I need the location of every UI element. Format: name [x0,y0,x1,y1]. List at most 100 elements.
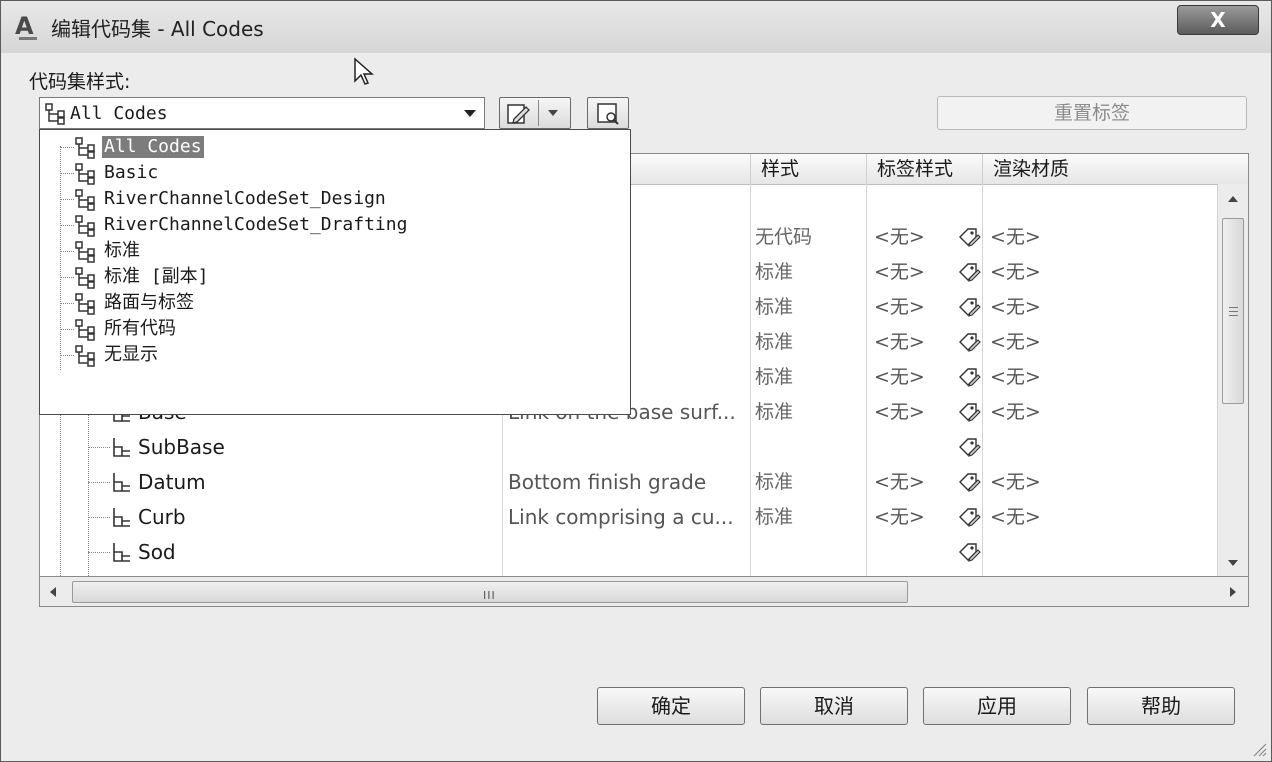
column-header-render-material[interactable]: 渲染材质 [982,154,1216,184]
vertical-scroll-thumb[interactable] [1222,218,1244,404]
tag-edit-icon[interactable] [956,325,986,365]
reset-tags-button[interactable]: 重置标签 [937,96,1247,130]
code-render-material[interactable]: <无> [990,325,1090,360]
scroll-up-icon[interactable] [1228,196,1238,202]
apply-button[interactable]: 应用 [923,687,1071,725]
code-style[interactable]: 无代码 [755,220,865,255]
code-name[interactable]: SubBase [138,430,498,465]
table-row[interactable]: SubBase [40,430,1216,465]
table-row[interactable]: Sod [40,535,1216,570]
scroll-left-icon[interactable] [50,587,56,597]
code-style[interactable]: 标准 [755,255,865,290]
code-tag-style[interactable]: <无> [874,360,954,395]
table-row[interactable]: Datum Bottom finish grade 标准 <无> <无> [40,465,1216,500]
cancel-button[interactable]: 取消 [760,687,908,725]
link-icon [110,435,134,463]
code-render-material[interactable]: <无> [990,395,1090,430]
tree-branch [88,447,110,449]
code-tag-style[interactable]: <无> [874,220,954,255]
chevron-down-icon[interactable] [548,110,558,116]
dropdown-option[interactable]: 标准 [副本] [40,264,630,290]
codeset-style-select[interactable]: All Codes [39,97,485,129]
dropdown-option[interactable]: 标准 [40,238,630,264]
code-render-material[interactable]: <无> [990,500,1090,535]
close-button[interactable]: X [1177,5,1259,35]
code-style[interactable]: 标准 [755,395,865,430]
code-style[interactable] [755,430,865,465]
code-tag-style[interactable] [874,430,954,465]
code-description[interactable]: Link comprising a cu... [508,500,748,535]
title-bar[interactable]: A 编辑代码集 - All Codes X [1,1,1271,53]
dropdown-option[interactable]: 所有代码 [40,316,630,342]
code-tag-style[interactable]: <无> [874,395,954,430]
tag-edit-icon[interactable] [956,360,986,400]
tag-edit-icon[interactable] [956,255,986,295]
tag-edit-icon[interactable] [956,395,986,435]
code-description[interactable] [508,430,748,465]
code-style[interactable]: 标准 [755,325,865,360]
tree-branch [60,329,74,330]
code-render-material[interactable]: <无> [990,290,1090,325]
column-header-style[interactable]: 样式 [750,154,866,184]
code-render-material[interactable]: <无> [990,360,1090,395]
code-style[interactable]: 标准 [755,360,865,395]
tree-structure-icon [74,345,96,371]
preview-icon [597,103,619,125]
vertical-scrollbar[interactable] [1217,184,1248,576]
dropdown-option[interactable]: Basic [40,160,630,186]
dropdown-option[interactable]: All Codes [40,134,630,160]
preview-button[interactable] [587,97,629,129]
tree-branch [88,482,110,484]
dropdown-option[interactable]: RiverChannelCodeSet_Design [40,186,630,212]
code-tag-style[interactable]: <无> [874,290,954,325]
ok-button[interactable]: 确定 [597,687,745,725]
tag-edit-icon[interactable] [956,290,986,330]
code-render-material[interactable]: <无> [990,220,1090,255]
table-row[interactable]: Curb Link comprising a cu... 标准 <无> <无> [40,500,1216,535]
code-tag-style[interactable]: <无> [874,255,954,290]
resize-grip-icon[interactable] [1249,739,1267,757]
column-header-tag-style[interactable]: 标签样式 [866,154,982,184]
tag-edit-icon[interactable] [956,430,986,470]
tag-edit-icon[interactable] [956,220,986,260]
code-style[interactable]: 标准 [755,290,865,325]
code-tag-style[interactable]: <无> [874,325,954,360]
code-render-material[interactable]: <无> [990,255,1090,290]
code-style[interactable]: 标准 [755,500,865,535]
dropdown-option[interactable]: 无显示 [40,342,630,368]
chevron-down-icon[interactable] [464,110,476,117]
code-name[interactable]: Curb [138,500,498,535]
help-button[interactable]: 帮助 [1087,687,1235,725]
codeset-dropdown-list[interactable]: All Codes Basic RiverChannelCodeSet_Design… [39,129,631,415]
horizontal-scroll-thumb[interactable]: III [72,581,908,603]
horizontal-scrollbar[interactable]: III [39,577,1249,607]
dropdown-option-label: 所有代码 [104,318,176,339]
scroll-down-icon[interactable] [1228,560,1238,566]
tag-edit-icon[interactable] [956,535,986,575]
scroll-right-icon[interactable] [1230,587,1236,597]
code-description[interactable]: Bottom finish grade [508,465,748,500]
tag-edit-icon[interactable] [956,500,986,540]
code-style[interactable]: 标准 [755,465,865,500]
tree-branch [60,251,74,252]
code-render-material[interactable] [990,430,1090,465]
code-tag-style[interactable]: <无> [874,465,954,500]
dropdown-option[interactable]: 路面与标签 [40,290,630,316]
code-style[interactable] [755,535,865,570]
tree-branch [60,355,74,356]
dropdown-option-label: Basic [104,162,159,183]
code-name[interactable]: Datum [138,465,498,500]
tree-branch [60,147,74,148]
code-name[interactable]: Sod [138,535,498,570]
dropdown-option-label: 路面与标签 [104,292,194,313]
code-tag-style[interactable] [874,535,954,570]
tag-edit-icon[interactable] [956,465,986,505]
tree-branch [60,173,74,174]
code-render-material[interactable] [990,535,1090,570]
code-render-material[interactable]: <无> [990,465,1090,500]
code-tag-style[interactable]: <无> [874,500,954,535]
dropdown-option[interactable]: RiverChannelCodeSet_Drafting [40,212,630,238]
edit-style-button[interactable] [499,97,571,129]
code-description[interactable] [508,535,748,570]
dropdown-option-label: 标准 [104,240,140,261]
